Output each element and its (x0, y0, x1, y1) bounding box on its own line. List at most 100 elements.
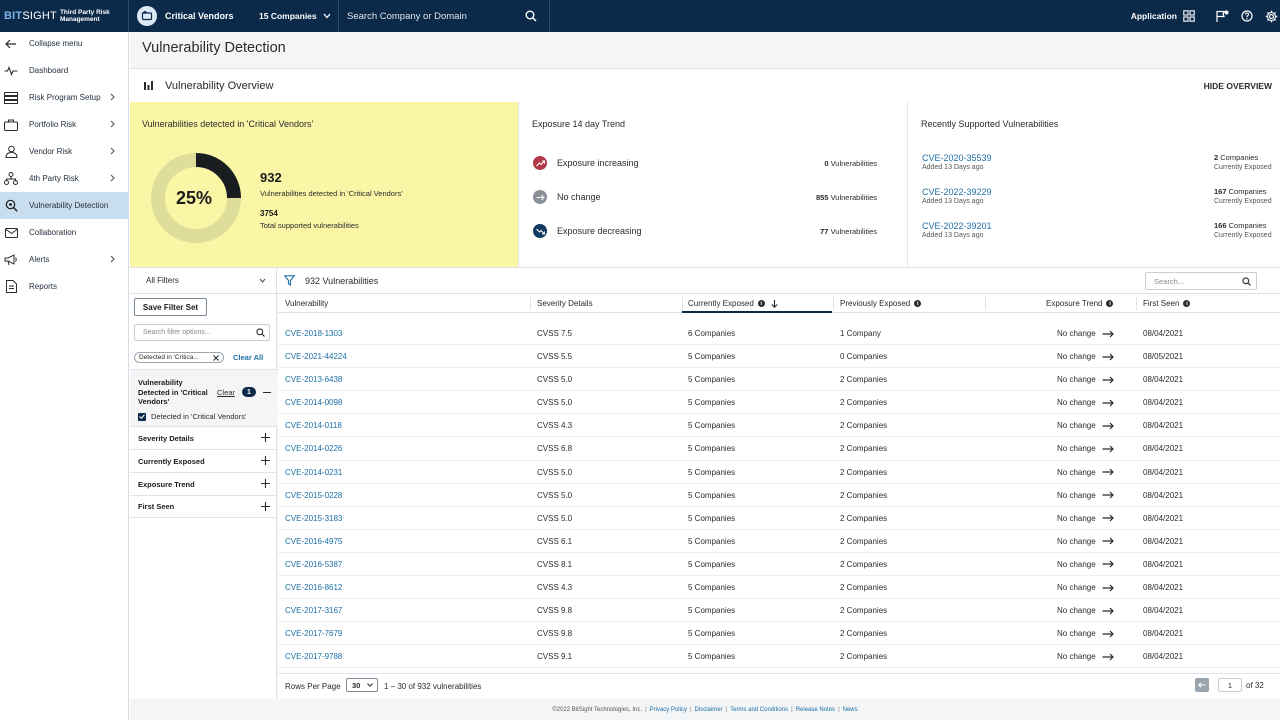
sort-arrow-down-icon[interactable] (771, 299, 778, 308)
filter-group-clear-button[interactable]: Clear (217, 388, 235, 397)
column-header-severity[interactable]: Severity Details (537, 299, 593, 308)
column-header-first-seen[interactable]: First Seen i (1143, 299, 1191, 308)
table-row[interactable]: CVE-2017-7679 CVSS 9.8 5 Companies 2 Compan… (278, 622, 1280, 646)
sidebar-item-vendor-risk[interactable]: Vendor Risk (0, 138, 128, 165)
vulnerability-link[interactable]: CVE-2018-1303 (285, 329, 342, 338)
filter-row-severity[interactable]: Severity Details (130, 426, 277, 449)
info-icon[interactable]: i (757, 300, 765, 307)
document-icon (4, 280, 18, 294)
hide-overview-button[interactable]: HIDE OVERVIEW (1204, 81, 1272, 91)
vulnerability-link[interactable]: CVE-2016-5387 (285, 560, 342, 569)
search-icon[interactable] (525, 10, 537, 22)
page-number-input[interactable]: 1 (1218, 678, 1242, 692)
vulnerability-link[interactable]: CVE-2017-3167 (285, 606, 342, 615)
table-row[interactable]: CVE-2016-5387 CVSS 8.1 5 Companies 2 Compan… (278, 553, 1280, 577)
vulnerability-link[interactable]: CVE-2014-0098 (285, 398, 342, 407)
filter-search-input[interactable]: Search filter options... (134, 324, 270, 341)
vulnerability-link[interactable]: CVE-2015-3183 (285, 514, 342, 523)
column-header-currently-exposed[interactable]: Currently Exposed i (688, 299, 778, 308)
filter-row-exposure-trend[interactable]: Exposure Trend (130, 472, 277, 495)
vulnerability-link[interactable]: CVE-2014-0231 (285, 468, 342, 477)
vulnerability-link[interactable]: CVE-2016-8612 (285, 583, 342, 592)
table-row[interactable]: CVE-2014-0118 CVSS 4.3 5 Companies 2 Compan… (278, 414, 1280, 438)
vendor-selector[interactable]: Critical Vendors 15 Companies (129, 0, 339, 32)
column-header-exposure-trend[interactable]: Exposure Trend i (1046, 299, 1114, 308)
bitsight-logo[interactable]: BITSIGHT Third Party Risk Management (0, 0, 129, 32)
footer-link-release-notes[interactable]: Release Notes (796, 707, 835, 713)
table-row[interactable]: CVE-2014-0098 CVSS 5.0 5 Companies 2 Compan… (278, 391, 1280, 415)
table-row[interactable]: CVE-2017-9788 CVSS 9.1 5 Companies 2 Compan… (278, 645, 1280, 669)
filter-row-currently-exposed[interactable]: Currently Exposed (130, 449, 277, 472)
filter-chip[interactable]: Detected in 'Critica... (134, 352, 224, 363)
table-row[interactable]: CVE-2014-0226 CVSS 6.8 5 Companies 2 Compan… (278, 437, 1280, 461)
plus-icon[interactable] (261, 479, 270, 488)
filter-option-checkbox[interactable]: Detected in 'Critical Vendors' (138, 412, 246, 421)
detected-count-label: Vulnerabilities detected in 'Critical Ve… (260, 189, 403, 198)
footer-link-news[interactable]: News (843, 707, 858, 713)
sidebar-item-reports[interactable]: Reports (0, 273, 128, 300)
sidebar-item-dashboard[interactable]: Dashboard (0, 57, 128, 84)
sidebar-item-collapse-menu[interactable]: Collapse menu (0, 30, 128, 57)
plus-icon[interactable] (261, 433, 270, 442)
table-row[interactable]: CVE-2016-4975 CVSS 6.1 5 Companies 2 Compan… (278, 530, 1280, 553)
footer-link-disclaimer[interactable]: Disclaimer (695, 707, 723, 713)
table-row[interactable]: CVE-2015-3183 CVSS 5.0 5 Companies 2 Compan… (278, 507, 1280, 530)
table-row[interactable]: CVE-2021-44224 CVSS 5.5 5 Companies 0 Compa… (278, 345, 1280, 369)
flag-icon[interactable] (1215, 10, 1229, 23)
rows-per-page-select[interactable]: 30 (346, 678, 378, 692)
previous-page-button[interactable] (1195, 678, 1209, 692)
vulnerability-link[interactable]: CVE-2017-9788 (285, 652, 342, 661)
info-icon[interactable]: i (1183, 300, 1191, 307)
table-row[interactable]: CVE-2013-6438 CVSS 5.0 5 Companies 2 Compan… (278, 368, 1280, 392)
sidebar-item-label: Vulnerability Detection (29, 201, 109, 210)
vulnerability-link[interactable]: CVE-2014-0118 (285, 421, 342, 430)
table-search-input[interactable]: Search... (1145, 272, 1257, 290)
collapse-icon[interactable] (263, 392, 271, 393)
previously-exposed-cell: 2 Companies (840, 398, 888, 408)
vulnerability-link[interactable]: CVE-2014-0226 (285, 444, 342, 453)
sidebar-item-alerts[interactable]: Alerts (0, 246, 128, 273)
detected-panel[interactable]: Vulnerabilities detected in 'Critical Ve… (130, 102, 518, 267)
table-row[interactable]: CVE-2015-0228 CVSS 5.0 5 Companies 2 Compan… (278, 484, 1280, 507)
rows-per-page-label: Rows Per Page (285, 682, 341, 691)
table-row[interactable]: CVE-2017-3167 CVSS 9.8 5 Companies 2 Compan… (278, 599, 1280, 623)
info-icon[interactable]: i (1106, 300, 1114, 307)
trend-row-increasing[interactable]: Exposure increasing 0 Vulnerabilities (533, 156, 877, 170)
footer-link-terms[interactable]: Terms and Conditions (730, 707, 788, 713)
table-row[interactable]: CVE-2014-0231 CVSS 5.0 5 Companies 2 Compan… (278, 461, 1280, 484)
folder-icon (137, 6, 157, 26)
company-search[interactable]: Search Company or Domain (339, 0, 550, 32)
vulnerability-link[interactable]: CVE-2016-4975 (285, 537, 342, 546)
filter-group-title[interactable]: Vulnerability Detected in 'Critical Vend… (138, 378, 210, 407)
sidebar-item-4th-party-risk[interactable]: 4th Party Risk (0, 165, 128, 192)
trend-row-decreasing[interactable]: Exposure decreasing 77 Vulnerabilities (533, 224, 877, 238)
gear-icon[interactable] (1265, 10, 1278, 23)
table-row[interactable]: CVE-2018-1303 CVSS 7.5 6 Companies 1 Compan… (278, 322, 1280, 346)
footer-link-privacy[interactable]: Privacy Policy (650, 707, 687, 713)
vulnerability-link[interactable]: CVE-2017-7679 (285, 629, 342, 638)
arrow-right-icon (1102, 445, 1114, 453)
sidebar-item-collaboration[interactable]: Collaboration (0, 219, 128, 246)
clear-all-button[interactable]: Clear All (233, 353, 263, 362)
sidebar-item-portfolio-risk[interactable]: Portfolio Risk (0, 111, 128, 138)
trend-row-no-change[interactable]: No change 855 Vulnerabilities (533, 190, 877, 204)
table-row[interactable]: CVE-2016-8612 CVSS 4.3 5 Companies 2 Compan… (278, 576, 1280, 600)
grid-icon[interactable] (1183, 10, 1195, 22)
plus-icon[interactable] (261, 502, 270, 511)
application-label[interactable]: Application (1131, 11, 1177, 21)
sidebar-item-vulnerability-detection[interactable]: Vulnerability Detection (0, 192, 128, 219)
vulnerability-link[interactable]: CVE-2021-44224 (285, 352, 347, 361)
company-search-input[interactable]: Search Company or Domain (347, 11, 525, 22)
plus-icon[interactable] (261, 456, 270, 465)
column-header-vulnerability[interactable]: Vulnerability (285, 299, 328, 308)
column-header-previously-exposed[interactable]: Previously Exposed i (840, 299, 922, 308)
all-filters-dropdown[interactable]: All Filters (130, 268, 277, 293)
filter-row-first-seen[interactable]: First Seen (130, 495, 277, 518)
sidebar-item-risk-program-setup[interactable]: Risk Program Setup (0, 84, 128, 111)
save-filter-set-button[interactable]: Save Filter Set (134, 298, 207, 316)
vulnerability-link[interactable]: CVE-2015-0228 (285, 491, 342, 500)
info-icon[interactable]: i (914, 300, 922, 307)
help-icon[interactable] (1241, 10, 1253, 22)
vulnerability-link[interactable]: CVE-2013-6438 (285, 375, 342, 384)
currently-exposed-cell: 5 Companies (688, 375, 736, 385)
